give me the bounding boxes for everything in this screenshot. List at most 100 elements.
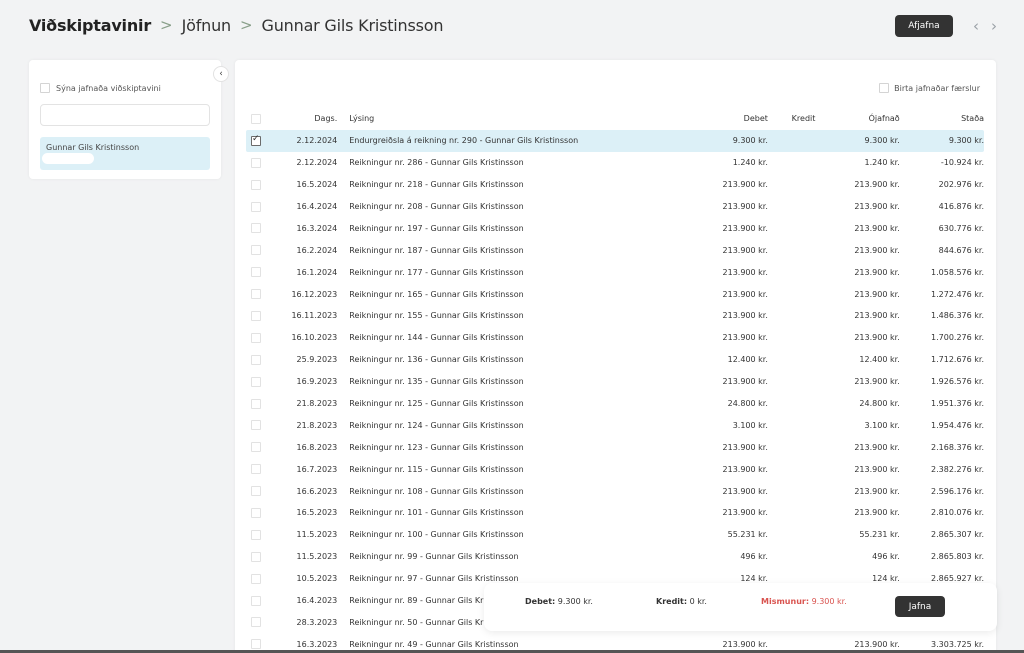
row-checkbox[interactable] bbox=[251, 529, 261, 540]
row-checkbox[interactable] bbox=[251, 486, 261, 497]
column-header-description[interactable]: Lýsing bbox=[337, 114, 657, 123]
column-header-unreconciled[interactable]: Ójafnað bbox=[815, 114, 900, 123]
row-checkbox-cell bbox=[246, 157, 267, 168]
record-navigation: ‹ › bbox=[970, 18, 1000, 34]
cell-debet: 213.900 kr. bbox=[722, 333, 768, 343]
show-reconciled-entries-checkbox[interactable] bbox=[879, 83, 890, 93]
row-checkbox[interactable] bbox=[251, 332, 261, 343]
kredit-summary-label: Kredit: bbox=[656, 597, 688, 606]
customer-list-item[interactable]: Gunnar Gils Kristinsson bbox=[40, 137, 210, 170]
reconcile-button[interactable]: Jafna bbox=[895, 596, 945, 617]
breadcrumb-root[interactable]: Viðskiptavinir bbox=[29, 16, 151, 35]
customer-search-input[interactable] bbox=[40, 104, 210, 126]
column-header-date[interactable]: Dags. bbox=[267, 114, 337, 123]
row-checkbox[interactable] bbox=[251, 464, 261, 475]
cell-description: Reikningur nr. 124 - Gunnar Gils Kristin… bbox=[349, 420, 524, 430]
horizontal-scrollbar[interactable] bbox=[42, 153, 94, 164]
cell-balance: 630.776 kr. bbox=[938, 223, 984, 233]
row-checkbox-cell bbox=[246, 551, 267, 562]
row-checkbox[interactable] bbox=[251, 289, 261, 300]
cell-debet: 3.100 kr. bbox=[732, 420, 768, 430]
row-checkbox[interactable] bbox=[251, 134, 261, 146]
table-row[interactable]: 21.8.2023 Reikningur nr. 124 - Gunnar Gil… bbox=[246, 414, 984, 436]
table-row[interactable]: 16.9.2023 Reikningur nr. 135 - Gunnar Gil… bbox=[246, 371, 984, 393]
table-row[interactable]: 16.1.2024 Reikningur nr. 177 - Gunnar Gil… bbox=[246, 261, 984, 283]
table-row[interactable]: 11.5.2023 Reikningur nr. 100 - Gunnar Gil… bbox=[246, 524, 984, 546]
cell-description: Reikningur nr. 99 - Gunnar Gils Kristins… bbox=[349, 552, 519, 562]
table-row[interactable]: 2.12.2024 Reikningur nr. 286 - Gunnar Gil… bbox=[246, 152, 984, 174]
row-checkbox[interactable] bbox=[251, 310, 261, 321]
cell-date: 16.1.2024 bbox=[296, 267, 338, 277]
row-checkbox[interactable] bbox=[251, 639, 261, 650]
table-row[interactable]: 16.6.2023 Reikningur nr. 108 - Gunnar Gil… bbox=[246, 480, 984, 502]
cell-balance: 202.976 kr. bbox=[938, 180, 984, 190]
cell-balance: 2.865.307 kr. bbox=[931, 530, 984, 540]
select-all-checkbox[interactable] bbox=[251, 113, 261, 124]
row-checkbox[interactable] bbox=[251, 376, 261, 387]
row-checkbox-cell bbox=[246, 134, 267, 146]
column-header-kredit[interactable]: Kredit bbox=[768, 114, 816, 123]
table-row[interactable]: 16.8.2023 Reikningur nr. 123 - Gunnar Gil… bbox=[246, 436, 984, 458]
table-row[interactable]: 16.7.2023 Reikningur nr. 115 - Gunnar Gil… bbox=[246, 458, 984, 480]
table-row[interactable]: 16.4.2024 Reikningur nr. 208 - Gunnar Gil… bbox=[246, 196, 984, 218]
row-checkbox-cell bbox=[246, 442, 267, 453]
table-row[interactable]: 11.5.2023 Reikningur nr. 99 - Gunnar Gils… bbox=[246, 546, 984, 568]
table-row[interactable]: 16.12.2023 Reikningur nr. 165 - Gunnar Gi… bbox=[246, 283, 984, 305]
table-row[interactable]: 16.10.2023 Reikningur nr. 144 - Gunnar Gi… bbox=[246, 327, 984, 349]
cell-description: Reikningur nr. 286 - Gunnar Gils Kristin… bbox=[349, 158, 524, 168]
breadcrumb-section[interactable]: Jöfnun bbox=[182, 16, 232, 35]
row-checkbox[interactable] bbox=[251, 201, 261, 212]
row-checkbox[interactable] bbox=[251, 551, 261, 562]
cell-date: 16.3.2024 bbox=[296, 223, 338, 233]
row-checkbox[interactable] bbox=[251, 354, 261, 365]
customer-name: Gunnar Gils Kristinsson bbox=[46, 143, 140, 152]
table-row[interactable]: 16.5.2024 Reikningur nr. 218 - Gunnar Gil… bbox=[246, 174, 984, 196]
cell-debet: 213.900 kr. bbox=[722, 508, 768, 518]
collapse-sidebar-button[interactable]: ‹ bbox=[213, 66, 229, 82]
row-checkbox[interactable] bbox=[251, 617, 261, 628]
cell-date: 21.8.2023 bbox=[296, 420, 338, 430]
row-checkbox[interactable] bbox=[251, 507, 261, 518]
row-checkbox[interactable] bbox=[251, 157, 261, 168]
cell-balance: 2.865.803 kr. bbox=[931, 552, 984, 562]
table-row[interactable]: 25.9.2023 Reikningur nr. 136 - Gunnar Gil… bbox=[246, 349, 984, 371]
show-reconciled-entries-toggle[interactable]: Birta jafnaðar færslur bbox=[879, 83, 980, 93]
row-checkbox[interactable] bbox=[251, 420, 261, 431]
cell-unreconciled: 213.900 kr. bbox=[854, 442, 900, 452]
table-row[interactable]: 16.5.2023 Reikningur nr. 101 - Gunnar Gil… bbox=[246, 502, 984, 524]
column-header-balance[interactable]: Staða bbox=[900, 114, 984, 123]
cell-date: 16.9.2023 bbox=[296, 377, 338, 387]
row-checkbox[interactable] bbox=[251, 398, 261, 409]
row-checkbox[interactable] bbox=[251, 573, 261, 584]
column-header-debet[interactable]: Debet bbox=[657, 114, 768, 123]
row-checkbox[interactable] bbox=[251, 267, 261, 278]
table-row[interactable]: 16.2.2024 Reikningur nr. 187 - Gunnar Gil… bbox=[246, 239, 984, 261]
cell-date: 16.2.2024 bbox=[296, 245, 338, 255]
row-checkbox[interactable] bbox=[251, 179, 261, 190]
row-checkbox[interactable] bbox=[251, 442, 261, 453]
table-row[interactable]: 16.11.2023 Reikningur nr. 155 - Gunnar Gi… bbox=[246, 305, 984, 327]
row-checkbox[interactable] bbox=[251, 595, 261, 606]
row-checkbox-cell bbox=[246, 289, 267, 300]
table-row[interactable]: 21.8.2023 Reikningur nr. 125 - Gunnar Gil… bbox=[246, 393, 984, 415]
cell-balance: 1.700.276 kr. bbox=[931, 333, 984, 343]
cell-unreconciled: 213.900 kr. bbox=[854, 508, 900, 518]
row-checkbox[interactable] bbox=[251, 223, 261, 234]
cell-date: 16.3.2023 bbox=[296, 639, 338, 649]
table-row[interactable]: 16.3.2024 Reikningur nr. 197 - Gunnar Gil… bbox=[246, 217, 984, 239]
chevron-left-icon[interactable]: ‹ bbox=[970, 18, 982, 34]
row-checkbox-cell bbox=[246, 464, 267, 475]
row-checkbox[interactable] bbox=[251, 245, 261, 256]
table-row[interactable]: 2.12.2024 Endurgreiðsla á reikning nr. 29… bbox=[246, 129, 984, 152]
show-reconciled-customers-checkbox[interactable] bbox=[40, 83, 50, 93]
chevron-right-icon[interactable]: › bbox=[988, 18, 1000, 34]
cell-unreconciled: 496 kr. bbox=[872, 552, 900, 562]
show-reconciled-customers-toggle[interactable]: Sýna jafnaða viðskiptavini bbox=[40, 83, 161, 93]
cell-unreconciled: 213.900 kr. bbox=[854, 245, 900, 255]
cell-date: 16.4.2024 bbox=[296, 202, 338, 211]
cell-unreconciled: 213.900 kr. bbox=[854, 333, 900, 343]
cell-description: Reikningur nr. 125 - Gunnar Gils Kristin… bbox=[349, 399, 524, 409]
unreconcile-button[interactable]: Afjafna bbox=[895, 15, 953, 37]
cell-debet: 213.900 kr. bbox=[722, 486, 768, 496]
cell-balance: 1.486.376 kr. bbox=[931, 311, 984, 321]
